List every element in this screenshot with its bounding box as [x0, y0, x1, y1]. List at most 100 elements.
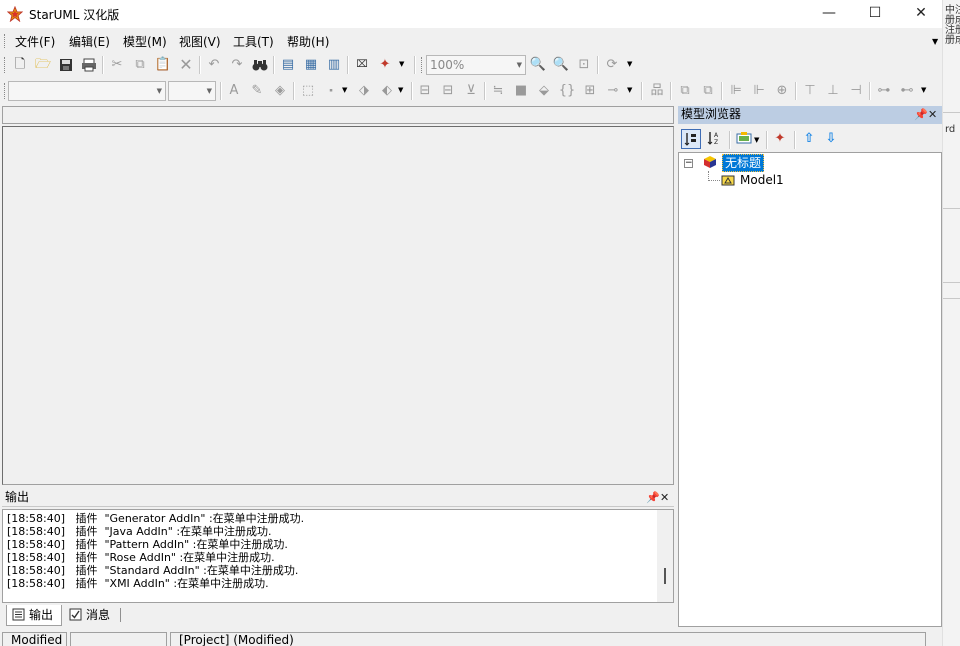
line-style-icon[interactable]: ⬝: [321, 81, 341, 101]
output-scrollbar[interactable]: [657, 510, 673, 602]
delete-icon[interactable]: ✕: [176, 55, 196, 75]
suppress-icon[interactable]: ⬖: [377, 81, 397, 101]
filter-icon[interactable]: [734, 129, 754, 149]
menu-help[interactable]: 帮助(H): [287, 33, 329, 50]
font-size-combo[interactable]: ▼: [168, 81, 216, 101]
close-button[interactable]: ✕: [898, 0, 944, 28]
log-line: [18:58:40] 插件 "Standard AddIn" :在菜单中注册成功…: [7, 564, 299, 577]
menu-file[interactable]: 文件(F): [15, 33, 55, 50]
line-color-icon[interactable]: ✎: [247, 81, 267, 101]
tab-messages[interactable]: 消息: [64, 605, 118, 626]
xml-icon[interactable]: ⌧: [352, 55, 372, 75]
copy-icon[interactable]: ⧉: [130, 55, 150, 75]
bring-front-icon[interactable]: ⧉: [675, 81, 695, 101]
align-middle-icon[interactable]: ⊣: [846, 81, 866, 101]
align-bottom-icon[interactable]: ⊥: [823, 81, 843, 101]
align-center-icon[interactable]: ⊕: [772, 81, 792, 101]
print-icon[interactable]: [79, 55, 99, 75]
zoom-in-icon[interactable]: 🔍: [528, 55, 548, 75]
folder-icon[interactable]: ■: [511, 81, 531, 101]
toolbar-separator: [411, 82, 413, 100]
compartment-icon[interactable]: ⬙: [534, 81, 554, 101]
menu-overflow-chevron-icon[interactable]: ▼: [932, 37, 938, 46]
status-modified: Modified: [2, 632, 67, 646]
filter-dropdown-icon[interactable]: ▼: [754, 136, 759, 144]
sort-by-kind-icon[interactable]: [681, 129, 701, 149]
font-color-icon[interactable]: A: [224, 81, 244, 101]
menu-view[interactable]: 视图(V): [179, 33, 221, 50]
line-style-dropdown-icon[interactable]: ▼: [342, 86, 347, 94]
menu-edit[interactable]: 编辑(E): [69, 33, 110, 50]
send-back-icon[interactable]: ⧉: [698, 81, 718, 101]
scrollbar-thumb[interactable]: [664, 568, 666, 584]
align-top-icon[interactable]: ⊤: [800, 81, 820, 101]
spacing-dropdown-icon[interactable]: ▼: [921, 86, 926, 94]
find-binoculars-icon[interactable]: [250, 55, 270, 75]
checkbox-icon: [69, 608, 82, 621]
output-log[interactable]: [18:58:40] 插件 "Generator AddIn" :在菜单中注册成…: [2, 509, 674, 603]
log-line: [18:58:40] 插件 "Generator AddIn" :在菜单中注册成…: [7, 512, 305, 525]
interface-icon[interactable]: ⊸: [603, 81, 623, 101]
move-up-icon[interactable]: ⇧: [799, 129, 819, 149]
toolbar-grip[interactable]: [421, 57, 424, 73]
fill-color-icon[interactable]: ◈: [270, 81, 290, 101]
show-operations-icon[interactable]: ⊟: [438, 81, 458, 101]
tree-node-model1[interactable]: Model1: [679, 172, 879, 188]
diagram-properties-icon[interactable]: ▤: [278, 55, 298, 75]
diagram-export-icon[interactable]: ▥: [324, 55, 344, 75]
zoom-out-icon[interactable]: 🔍: [551, 55, 571, 75]
sort-by-name-icon[interactable]: AZ: [704, 129, 724, 149]
toolbar-separator: [670, 82, 672, 100]
background-divider: [943, 282, 960, 283]
tree-node-project[interactable]: − 无标题: [679, 154, 879, 172]
font-name-combo[interactable]: ▼: [8, 81, 166, 101]
toolbar-grip[interactable]: [4, 83, 7, 99]
auto-resize-icon[interactable]: ⬚: [298, 81, 318, 101]
refresh-dropdown-icon[interactable]: ▼: [627, 60, 632, 68]
wand-dropdown-icon[interactable]: ▼: [399, 60, 404, 68]
save-icon[interactable]: [56, 55, 76, 75]
close-icon[interactable]: ✕: [928, 106, 937, 123]
suppress-dropdown-icon[interactable]: ▼: [398, 86, 403, 94]
menu-tools[interactable]: 工具(T): [233, 33, 274, 50]
model-tree[interactable]: − 无标题 Model1: [678, 152, 942, 627]
toolbar-separator: [766, 131, 768, 149]
property-icon[interactable]: ⊞: [580, 81, 600, 101]
pin-icon[interactable]: 📌: [914, 106, 928, 123]
show-attributes-icon[interactable]: ⊟: [415, 81, 435, 101]
zoom-fit-icon[interactable]: ⊡: [574, 55, 594, 75]
menu-grip[interactable]: [4, 34, 7, 48]
cut-icon[interactable]: ✂: [107, 55, 127, 75]
braces-icon[interactable]: {}: [557, 81, 577, 101]
collapse-icon[interactable]: −: [684, 159, 693, 168]
menu-model[interactable]: 模型(M): [123, 33, 167, 50]
new-file-icon[interactable]: 🗋: [10, 55, 30, 75]
diagram-select-icon[interactable]: ▦: [301, 55, 321, 75]
close-icon[interactable]: ✕: [660, 489, 669, 506]
pin-icon[interactable]: 📌: [646, 489, 660, 506]
move-down-icon[interactable]: ⇩: [821, 129, 841, 149]
zoom-combo[interactable]: 100% ▼: [426, 55, 526, 75]
inspector-wand-icon[interactable]: ✦: [770, 129, 790, 149]
tab-output[interactable]: 输出: [6, 605, 62, 626]
paste-icon[interactable]: 📋: [153, 55, 173, 75]
stereotype-icon[interactable]: ⬗: [354, 81, 374, 101]
maximize-button[interactable]: ☐: [852, 0, 898, 28]
layout-icon[interactable]: 品: [647, 81, 667, 101]
toolbar-grip[interactable]: [4, 57, 7, 73]
align-right-icon[interactable]: ⊩: [749, 81, 769, 101]
diagram-canvas[interactable]: [2, 126, 674, 485]
space-vertical-icon[interactable]: ⊷: [897, 81, 917, 101]
refresh-icon[interactable]: ⟳: [602, 55, 622, 75]
show-signature-icon[interactable]: ⊻: [461, 81, 481, 101]
undo-icon[interactable]: ↶: [204, 55, 224, 75]
toolbar-separator: [729, 131, 731, 149]
space-horizontal-icon[interactable]: ⊶: [874, 81, 894, 101]
minimize-button[interactable]: —: [806, 0, 852, 28]
word-wrap-icon[interactable]: ≒: [488, 81, 508, 101]
redo-icon[interactable]: ↷: [227, 55, 247, 75]
magic-wand-icon[interactable]: ✦: [375, 55, 395, 75]
interface-dropdown-icon[interactable]: ▼: [627, 86, 632, 94]
align-left-icon[interactable]: ⊫: [726, 81, 746, 101]
open-folder-icon[interactable]: 🗁: [33, 55, 53, 75]
